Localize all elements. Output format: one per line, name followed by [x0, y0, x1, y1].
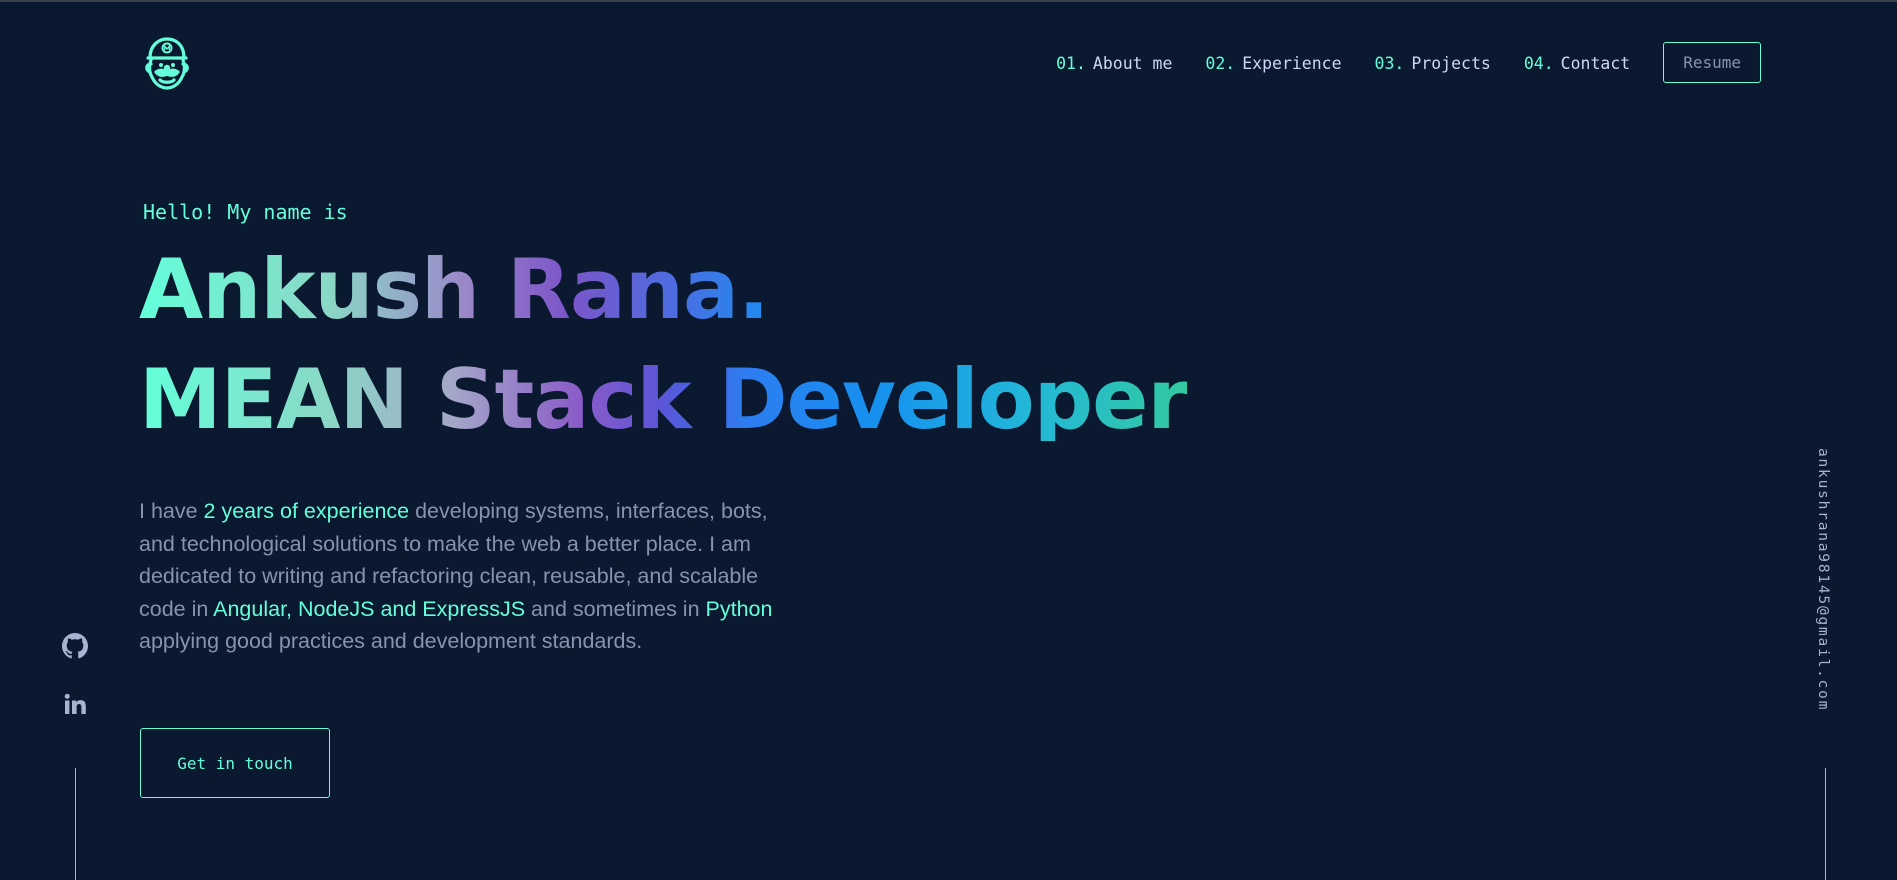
hero-name: Ankush Rana. — [139, 241, 770, 338]
nav-number: 03. — [1374, 54, 1405, 73]
window-top-border — [0, 0, 1897, 2]
resume-button[interactable]: Resume — [1663, 42, 1761, 83]
nav-label: Projects — [1411, 54, 1491, 73]
hero-role: MEAN Stack Developer — [139, 351, 1188, 448]
bio-highlight-stack: Angular, NodeJS and ExpressJS — [213, 596, 526, 621]
get-in-touch-button[interactable]: Get in touch — [140, 728, 330, 798]
linkedin-link[interactable] — [62, 691, 88, 717]
bio-text: I have — [139, 499, 204, 523]
logo[interactable] — [142, 36, 192, 92]
nav-item-projects[interactable]: 03. Projects — [1375, 54, 1491, 73]
nav-item-experience[interactable]: 02. Experience — [1205, 54, 1341, 73]
hero-bio: I have 2 years of experience developing … — [139, 495, 779, 658]
nav-label: Contact — [1560, 54, 1631, 73]
left-rail-line — [75, 768, 76, 880]
nav-number: 02. — [1205, 54, 1236, 73]
github-link[interactable] — [62, 633, 88, 659]
mario-head-icon — [145, 37, 189, 90]
bio-text: and sometimes in — [525, 596, 706, 621]
bio-highlight-experience: 2 years of experience — [203, 499, 410, 523]
linkedin-icon — [64, 693, 86, 714]
nav-item-contact[interactable]: 04. Contact — [1524, 54, 1630, 73]
main-nav: 01. About me 02. Experience 03. Projects… — [1056, 42, 1761, 83]
email-link[interactable]: ankushrana98145@gmail.com — [1815, 448, 1831, 711]
nav-label: About me — [1092, 54, 1173, 73]
github-icon — [62, 633, 88, 659]
nav-number: 04. — [1523, 54, 1554, 73]
nav-item-about[interactable]: 01. About me — [1056, 54, 1172, 73]
nav-label: Experience — [1242, 54, 1342, 73]
right-rail-line — [1825, 768, 1826, 880]
nav-number: 01. — [1056, 54, 1086, 73]
bio-highlight-python: Python — [705, 596, 773, 621]
bio-text: applying good practices and development … — [139, 629, 643, 653]
hero-greeting: Hello! My name is — [143, 200, 348, 224]
